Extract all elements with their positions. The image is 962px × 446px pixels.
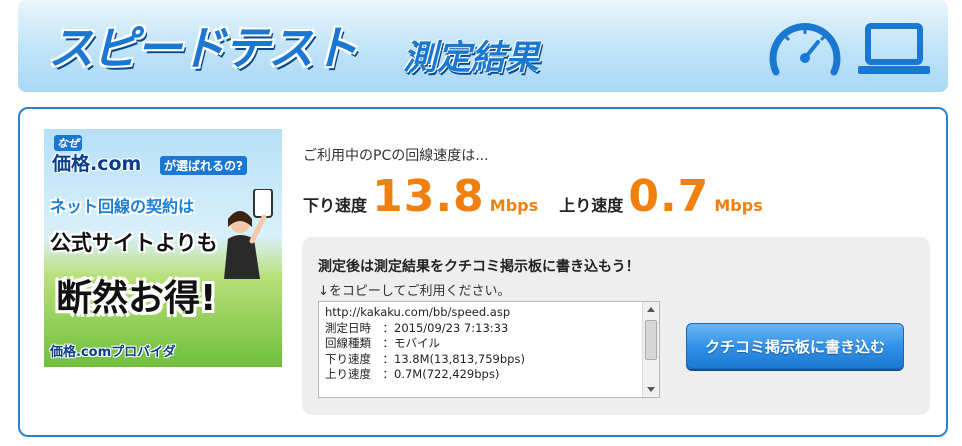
header-title: スピードテスト — [48, 21, 358, 75]
ad-question: が選ばれるの? — [160, 156, 247, 175]
result-panel: なぜ 価格.com が選ばれるの? ネット回線の契約は 公式サイトよりも 断然お… — [18, 107, 948, 437]
download-label: 下り速度 — [303, 196, 368, 215]
ad-banner[interactable]: なぜ 価格.com が選ばれるの? ネット回線の契約は 公式サイトよりも 断然お… — [44, 129, 282, 367]
textarea-line: 下り速度 ：13.8M(13,813,759bps) — [325, 351, 525, 366]
textarea-scrollbar[interactable] — [642, 302, 659, 397]
upload-label: 上り速度 — [559, 196, 624, 215]
scroll-up-icon[interactable] — [647, 307, 655, 312]
post-heading: 測定後は測定結果をクチコミ掲示板に書き込もう！ — [318, 259, 640, 275]
textarea-line: 上り速度 ：0.7M(722,429bps) — [325, 367, 500, 381]
speed-row: 下り速度 13.8 Mbps 上り速度 0.7 Mbps — [303, 171, 779, 222]
ad-provider: 価格.comプロバイダ — [50, 345, 176, 360]
person-illustration — [224, 189, 273, 279]
scroll-thumb[interactable] — [645, 320, 657, 360]
ad-line-3: 断然お得! — [56, 278, 217, 319]
upload-unit: Mbps — [714, 196, 763, 215]
ad-kakaku-logo: 価格.com — [52, 153, 142, 175]
copy-note: ↓をコピーしてご利用ください。 — [318, 284, 511, 299]
laptop-icon — [858, 23, 930, 74]
speedometer-icon — [769, 22, 841, 76]
ad-line-2: 公式サイトよりも — [50, 231, 218, 255]
scroll-down-icon[interactable] — [647, 387, 655, 392]
upload-value: 0.7 — [628, 171, 710, 222]
textarea-line: 回線種類 ：モバイル — [325, 336, 440, 350]
ad-line-1: ネット回線の契約は — [50, 197, 195, 216]
post-to-board-button[interactable]: クチコミ掲示板に書き込む — [686, 323, 904, 369]
header-subtitle: 測定結果 — [403, 38, 539, 78]
textarea-line: http://kakaku.com/bb/speed.asp — [325, 305, 511, 319]
speed-intro: ご利用中のPCの回線速度は... — [303, 148, 489, 164]
page-header: スピードテスト 測定結果 — [18, 0, 948, 92]
result-textarea[interactable]: http://kakaku.com/bb/speed.asp 測定日時 ：201… — [318, 301, 660, 398]
post-box: 測定後は測定結果をクチコミ掲示板に書き込もう！ ↓をコピーしてご利用ください。 … — [302, 237, 930, 415]
textarea-line: 測定日時 ：2015/09/23 7:13:33 — [325, 320, 509, 335]
download-value: 13.8 — [372, 171, 485, 222]
download-unit: Mbps — [489, 196, 539, 215]
